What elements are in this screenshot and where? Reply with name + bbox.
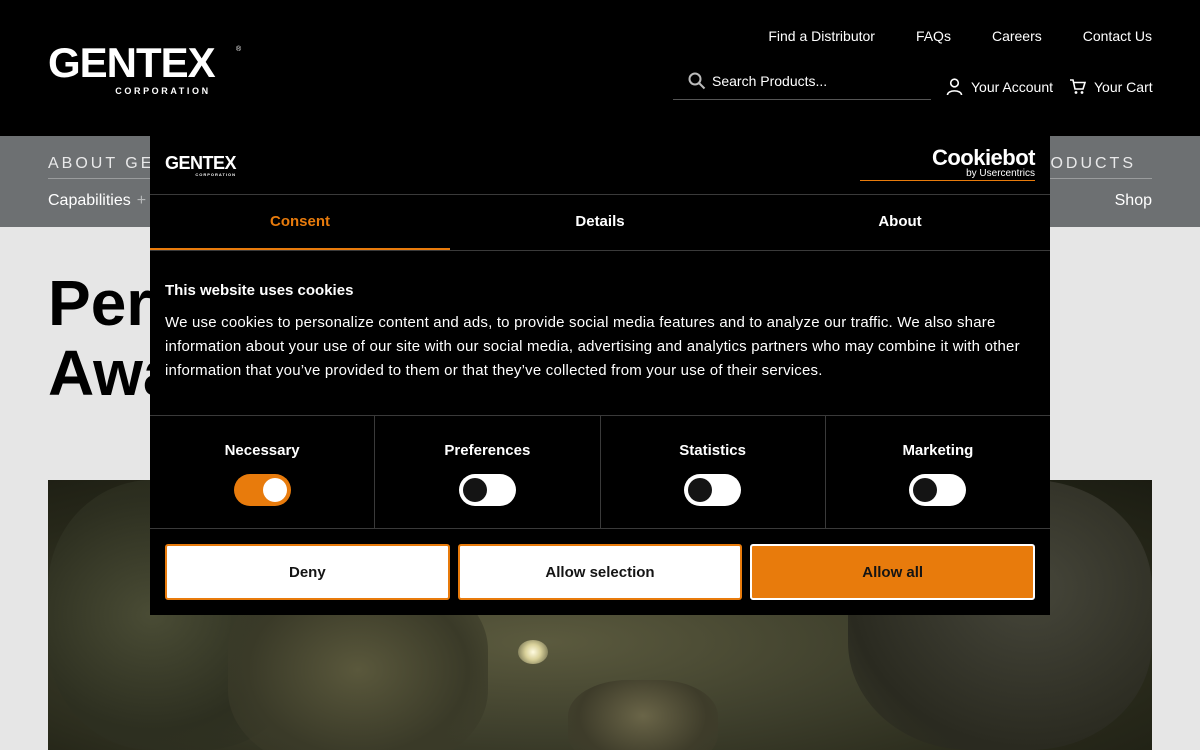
cookiebot-logo[interactable]: Cookiebot by Usercentrics bbox=[860, 145, 1036, 181]
capabilities-label: Capabilities bbox=[48, 192, 131, 209]
logo-wordmark: GENTEX bbox=[48, 39, 216, 86]
dialog-title: This website uses cookies bbox=[165, 282, 354, 299]
toggle-marketing: Marketing bbox=[826, 416, 1050, 528]
toggle-marketing-label: Marketing bbox=[902, 442, 974, 459]
dialog-logo-word: GENTEX bbox=[165, 153, 237, 173]
tab-about[interactable]: About bbox=[750, 195, 1050, 250]
utility-nav: Find a Distributor FAQs Careers Contact … bbox=[768, 28, 1152, 44]
dialog-tabs: Consent Details About bbox=[150, 195, 1050, 251]
nav-faqs[interactable]: FAQs bbox=[916, 28, 951, 44]
expand-plus-icon: + bbox=[136, 192, 147, 209]
search-icon[interactable] bbox=[688, 72, 706, 90]
consent-toggles: Necessary Preferences Statistics Marketi… bbox=[150, 415, 1050, 529]
toggle-necessary-switch[interactable] bbox=[233, 474, 291, 506]
nav-capabilities[interactable]: Capabilities + bbox=[48, 192, 146, 210]
cookiebot-wordmark: Cookiebot bbox=[931, 145, 1036, 170]
toggle-statistics-label: Statistics bbox=[679, 442, 746, 459]
dialog-actions: Deny Allow selection Allow all bbox=[165, 544, 1036, 600]
toggle-marketing-switch[interactable] bbox=[909, 474, 967, 506]
tab-details[interactable]: Details bbox=[450, 195, 750, 250]
deny-button[interactable]: Deny bbox=[165, 544, 450, 600]
toggle-preferences: Preferences bbox=[375, 416, 601, 528]
dialog-body: This website uses cookies We use cookies… bbox=[165, 282, 1035, 383]
allow-selection-button[interactable]: Allow selection bbox=[457, 544, 743, 600]
search-input[interactable] bbox=[712, 72, 912, 89]
page-title-line1: Per bbox=[48, 267, 152, 339]
toggle-statistics: Statistics bbox=[601, 416, 826, 528]
dialog-description: We use cookies to personalize content an… bbox=[165, 314, 1020, 379]
search-bar bbox=[673, 62, 931, 100]
account-label: Your Account bbox=[971, 79, 1053, 95]
cart-label: Your Cart bbox=[1094, 78, 1153, 95]
dialog-gentex-logo: GENTEX CORPORATION bbox=[165, 153, 237, 177]
toggle-preferences-label: Preferences bbox=[444, 442, 531, 459]
your-cart-link[interactable]: Your Cart bbox=[1069, 78, 1153, 95]
nav-products[interactable]: ODUCTS bbox=[1050, 155, 1136, 173]
user-icon bbox=[946, 78, 963, 96]
nav-about-gentex[interactable]: ABOUT GE bbox=[48, 155, 154, 173]
toggle-statistics-switch[interactable] bbox=[684, 474, 742, 506]
nav-careers[interactable]: Careers bbox=[992, 28, 1042, 44]
nav-shop[interactable]: Shop bbox=[1115, 192, 1152, 210]
your-account-link[interactable]: Your Account bbox=[946, 78, 1053, 96]
nav-find-distributor[interactable]: Find a Distributor bbox=[768, 28, 875, 44]
toggle-necessary-label: Necessary bbox=[224, 442, 300, 459]
light-flare bbox=[518, 640, 548, 664]
cookie-consent-dialog: GENTEX CORPORATION Cookiebot by Usercent… bbox=[150, 136, 1050, 615]
toggle-preferences-switch[interactable] bbox=[458, 474, 516, 506]
cookiebot-byline: by Usercentrics bbox=[966, 168, 1035, 179]
cart-icon bbox=[1070, 79, 1086, 94]
gentex-logo[interactable]: GENTEX CORPORATION ® bbox=[48, 39, 241, 97]
toggle-necessary: Necessary bbox=[150, 416, 376, 528]
site-header: GENTEX CORPORATION ® Find a Distributor … bbox=[0, 0, 1200, 136]
allow-all-button[interactable]: Allow all bbox=[750, 544, 1036, 600]
logo-subtitle: CORPORATION bbox=[115, 86, 211, 96]
tab-consent[interactable]: Consent bbox=[150, 195, 450, 250]
dialog-header: GENTEX CORPORATION Cookiebot by Usercent… bbox=[150, 136, 1050, 195]
nav-contact-us[interactable]: Contact Us bbox=[1083, 28, 1152, 44]
logo-registered-mark: ® bbox=[236, 46, 242, 53]
